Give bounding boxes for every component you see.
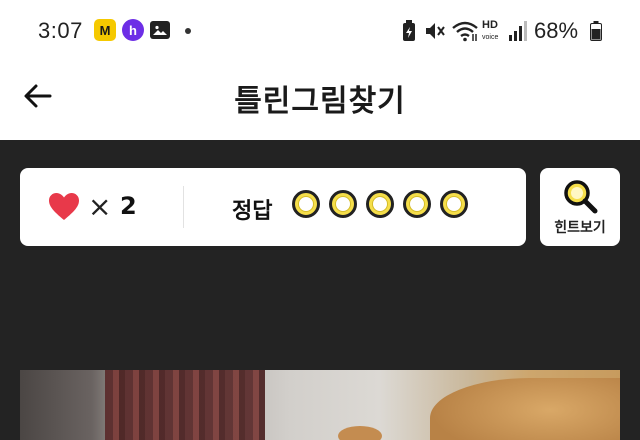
battery-saver-icon (403, 20, 415, 41)
puzzle-image-dog (430, 378, 620, 440)
page-title: 틀린그림찾기 (234, 84, 406, 119)
status-bar: 3:07 M h HD voice 68% (0, 0, 640, 62)
photo-icon (150, 21, 170, 39)
top-area: 3:07 M h HD voice 68% 틀린그림찾기 (0, 0, 640, 140)
puzzle-image-paw (338, 426, 382, 440)
signal-icon (509, 21, 527, 41)
notification-dot (185, 28, 191, 34)
mute-icon (426, 23, 445, 39)
hint-label: 힌트보기 (554, 220, 606, 236)
lives-multiplier: × (88, 190, 112, 223)
hd-voice-icon: HD voice (482, 19, 499, 42)
answer-slot (366, 190, 394, 218)
answer-label: 정답 (232, 199, 273, 224)
answer-slot (329, 190, 357, 218)
game-info-card: × 2 정답 (20, 168, 526, 246)
heart-icon (49, 193, 79, 220)
puzzle-image[interactable] (20, 370, 620, 440)
status-time: 3:07 (38, 18, 83, 43)
magnifier-icon (564, 180, 598, 214)
divider (183, 186, 184, 228)
app-header: 틀린그림찾기 (0, 62, 640, 140)
lives-count: 2 (120, 192, 137, 220)
battery-percent: 68% (534, 18, 579, 43)
puzzle-image-blanket (105, 370, 265, 440)
answer-slot (292, 190, 320, 218)
hint-button[interactable]: 힌트보기 (540, 168, 620, 246)
wifi-icon (452, 21, 478, 42)
battery-icon (590, 21, 602, 41)
h-app-icon: h (122, 19, 144, 41)
answer-slot (403, 190, 431, 218)
answer-slot (440, 190, 468, 218)
m-app-icon: M (94, 19, 116, 41)
answer-slots (292, 190, 468, 218)
